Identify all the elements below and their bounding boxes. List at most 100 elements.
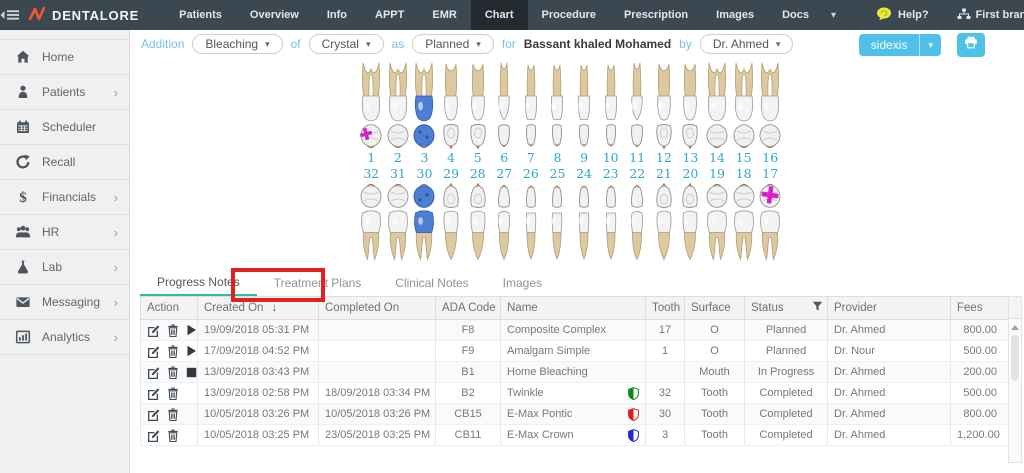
nav-item-patients[interactable]: Patients <box>165 0 236 30</box>
chevron-down-icon: ▾ <box>776 39 781 50</box>
edit-icon[interactable] <box>147 408 160 424</box>
material-dropdown[interactable]: Crystal▾ <box>309 34 384 54</box>
nav-item-info[interactable]: Info <box>313 0 361 30</box>
people-icon <box>13 224 33 240</box>
trash-icon[interactable] <box>167 345 179 361</box>
surface-cell: O <box>685 341 745 362</box>
sidebar-item-scheduler[interactable]: Scheduler <box>0 110 129 145</box>
play-icon[interactable] <box>186 324 197 339</box>
nav-item-emr[interactable]: EMR <box>418 0 470 30</box>
name-cell: Twinkle <box>501 383 646 404</box>
brand-logo[interactable]: DENTALORE <box>28 6 139 25</box>
sidebar-item-recall[interactable]: Recall <box>0 145 129 180</box>
tooth-3-30[interactable]: 330 <box>411 60 438 262</box>
nav-item-images[interactable]: Images <box>702 0 768 30</box>
tooth-8-25[interactable]: 825 <box>544 60 571 262</box>
table-row: 10/05/2018 03:26 PM10/05/2018 03:26 PMCB… <box>141 404 1009 425</box>
column-header-completed-on[interactable]: Completed On <box>319 297 436 320</box>
tooth-6-27[interactable]: 627 <box>491 60 518 262</box>
tooth-11-22[interactable]: 1122 <box>624 60 651 262</box>
sidebar-item-patients[interactable]: Patients› <box>0 75 129 110</box>
column-header-name[interactable]: Name <box>501 297 646 320</box>
fees-cell: 500.00 <box>951 341 1009 362</box>
nav-item-chart[interactable]: Chart <box>471 0 528 30</box>
trash-icon[interactable] <box>167 387 179 403</box>
tab-clinical-notes[interactable]: Clinical Notes <box>378 270 485 296</box>
scroll-up-arrow-icon[interactable] <box>1011 325 1019 330</box>
tooth-16-17[interactable]: 1617 <box>757 60 784 262</box>
tooth-5-28[interactable]: 528 <box>464 60 491 262</box>
sidebar-item-hr[interactable]: HR› <box>0 215 129 250</box>
sidexis-caret-icon[interactable]: ▾ <box>919 34 941 56</box>
edit-icon[interactable] <box>147 387 160 403</box>
edit-icon[interactable] <box>147 429 160 445</box>
play-icon[interactable] <box>186 345 197 360</box>
fees-cell: 800.00 <box>951 320 1009 341</box>
tooth-1-32[interactable]: 132 <box>358 60 385 262</box>
table-scrollbar[interactable] <box>1008 296 1022 463</box>
status-cell: Planned <box>745 320 828 341</box>
tooth-10-23[interactable]: 1023 <box>597 60 624 262</box>
sidebar-item-messaging[interactable]: Messaging› <box>0 285 129 320</box>
tooth-14-19[interactable]: 1419 <box>704 60 731 262</box>
tooth-7-26[interactable]: 726 <box>518 60 545 262</box>
chevron-down-icon: ▾ <box>366 39 371 50</box>
scrollbar-thumb[interactable] <box>1011 335 1019 381</box>
trash-icon[interactable] <box>167 324 179 340</box>
nav-item-procedure[interactable]: Procedure <box>528 0 610 30</box>
ada-code-cell: F9 <box>436 341 501 362</box>
nav-item-overview[interactable]: Overview <box>236 0 313 30</box>
stop-icon[interactable] <box>186 367 197 381</box>
created-on-cell: 17/09/2018 04:52 PM <box>198 341 319 362</box>
column-header-action[interactable]: Action <box>141 297 198 320</box>
tooth-13-20[interactable]: 1320 <box>677 60 704 262</box>
column-header-fees[interactable]: Fees <box>951 297 1009 320</box>
ada-code-cell: CB15 <box>436 404 501 425</box>
column-header-provider[interactable]: Provider <box>828 297 951 320</box>
nav-overflow-caret[interactable]: ▾ <box>823 10 862 21</box>
sidebar-item-lab[interactable]: Lab› <box>0 250 129 285</box>
actions-cell <box>141 341 198 362</box>
help-button[interactable]: Help? <box>862 7 943 24</box>
actions-cell <box>141 320 198 341</box>
tab-progress-notes[interactable]: Progress Notes <box>140 270 257 296</box>
nav-item-prescription[interactable]: Prescription <box>610 0 702 30</box>
tooth-15-18[interactable]: 1518 <box>730 60 757 262</box>
sidebar-collapse-icon[interactable] <box>0 9 20 21</box>
trash-icon[interactable] <box>167 408 179 424</box>
completed-on-cell <box>319 362 436 383</box>
provider-dropdown[interactable]: Dr. Ahmed▾ <box>700 34 794 54</box>
lower-tooth-number: 25 <box>550 166 566 182</box>
name-cell: E-Max Pontic <box>501 404 646 425</box>
column-header-status[interactable]: Status <box>745 297 828 320</box>
lower-tooth-number: 21 <box>656 166 672 182</box>
tooth-9-24[interactable]: 924 <box>571 60 598 262</box>
procedure-dropdown[interactable]: Bleaching▾ <box>192 34 282 54</box>
column-header-surface[interactable]: Surface <box>685 297 745 320</box>
tooth-4-29[interactable]: 429 <box>438 60 465 262</box>
edit-icon[interactable] <box>147 345 160 361</box>
status-dropdown[interactable]: Planned▾ <box>412 34 494 54</box>
sidebar: HomePatients›SchedulerRecall$Financials›… <box>0 30 130 473</box>
branch-selector[interactable]: First branch <box>943 8 1024 23</box>
provider-cell: Dr. Ahmed <box>828 320 951 341</box>
column-header-ada-code[interactable]: ADA Code <box>436 297 501 320</box>
trash-icon[interactable] <box>167 429 179 445</box>
sidebar-item-home[interactable]: Home <box>0 39 129 75</box>
tab-images[interactable]: Images <box>486 270 559 296</box>
column-header-tooth[interactable]: Tooth <box>646 297 685 320</box>
tab-treatment-plans[interactable]: Treatment Plans <box>257 270 379 296</box>
print-button[interactable] <box>957 33 985 57</box>
nav-item-appt[interactable]: APPT <box>361 0 418 30</box>
sidebar-item-financials[interactable]: $Financials› <box>0 180 129 215</box>
sidebar-item-analytics[interactable]: Analytics› <box>0 320 129 355</box>
filter-icon[interactable] <box>812 301 823 312</box>
edit-icon[interactable] <box>147 366 160 382</box>
tooth-12-21[interactable]: 1221 <box>651 60 678 262</box>
nav-item-docs[interactable]: Docs <box>768 0 823 30</box>
column-header-created-on[interactable]: Created On↓ <box>198 297 319 320</box>
trash-icon[interactable] <box>167 366 179 382</box>
sidexis-button[interactable]: sidexis ▾ <box>859 34 941 56</box>
tooth-2-31[interactable]: 231 <box>385 60 412 262</box>
edit-icon[interactable] <box>147 324 160 340</box>
